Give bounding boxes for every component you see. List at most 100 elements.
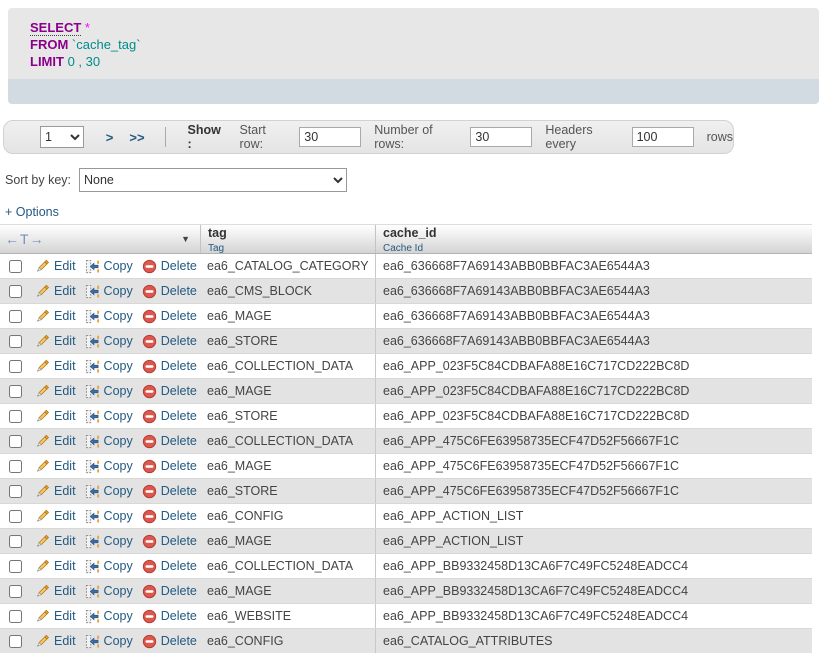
tag-cell: ea6_CONFIG xyxy=(200,634,375,648)
tag-column-sort-link[interactable]: tag xyxy=(208,227,375,240)
tag-cell: ea6_WEBSITE xyxy=(200,609,375,623)
row-checkbox[interactable] xyxy=(9,310,22,323)
delete-icon xyxy=(142,309,157,324)
copy-row-icon xyxy=(85,284,100,299)
edit-row-button[interactable]: Edit xyxy=(35,484,76,499)
row-checkbox[interactable] xyxy=(9,385,22,398)
edit-row-button[interactable]: Edit xyxy=(35,634,76,649)
row-actions-cell: Edit Copy Delete xyxy=(0,384,200,399)
headers-every-input[interactable] xyxy=(632,127,694,147)
copy-row-button[interactable]: Copy xyxy=(85,634,133,649)
row-checkbox[interactable] xyxy=(9,510,22,523)
copy-row-button[interactable]: Copy xyxy=(85,534,133,549)
delete-row-button[interactable]: Delete xyxy=(142,634,197,649)
edit-row-button[interactable]: Edit xyxy=(35,459,76,474)
next-page-button[interactable]: > xyxy=(106,130,114,145)
row-checkbox[interactable] xyxy=(9,360,22,373)
page-select[interactable]: 1 xyxy=(40,126,84,148)
tag-cell: ea6_STORE xyxy=(200,484,375,498)
sql-limit-values: 0 , 30 xyxy=(68,54,101,69)
row-checkbox[interactable] xyxy=(9,435,22,448)
delete-row-button[interactable]: Delete xyxy=(142,584,197,599)
edit-row-button[interactable]: Edit xyxy=(35,334,76,349)
delete-row-button[interactable]: Delete xyxy=(142,309,197,324)
delete-row-button[interactable]: Delete xyxy=(142,259,197,274)
options-toggle-link[interactable]: + Options xyxy=(5,205,59,219)
copy-label: Copy xyxy=(104,484,133,498)
row-checkbox[interactable] xyxy=(9,560,22,573)
edit-row-button[interactable]: Edit xyxy=(35,609,76,624)
delete-row-button[interactable]: Delete xyxy=(142,559,197,574)
last-page-button[interactable]: >> xyxy=(129,130,144,145)
number-of-rows-input[interactable] xyxy=(470,127,532,147)
edit-row-button[interactable]: Edit xyxy=(35,559,76,574)
copy-row-button[interactable]: Copy xyxy=(85,559,133,574)
edit-row-button[interactable]: Edit xyxy=(35,359,76,374)
copy-row-button[interactable]: Copy xyxy=(85,284,133,299)
move-letter: T xyxy=(20,231,30,247)
copy-row-button[interactable]: Copy xyxy=(85,334,133,349)
edit-row-button[interactable]: Edit xyxy=(35,259,76,274)
chevron-down-icon[interactable]: ▼ xyxy=(181,234,190,244)
pencil-icon xyxy=(35,634,50,649)
delete-label: Delete xyxy=(161,484,197,498)
delete-row-button[interactable]: Delete xyxy=(142,534,197,549)
delete-label: Delete xyxy=(161,634,197,648)
row-checkbox[interactable] xyxy=(9,260,22,273)
row-checkbox[interactable] xyxy=(9,635,22,648)
delete-row-button[interactable]: Delete xyxy=(142,384,197,399)
start-row-input[interactable] xyxy=(299,127,361,147)
copy-row-button[interactable]: Copy xyxy=(85,609,133,624)
delete-icon xyxy=(142,559,157,574)
cache-id-cell: ea6_APP_ACTION_LIST xyxy=(375,504,812,528)
cache-id-cell: ea6_APP_475C6FE63958735ECF47D52F56667F1C xyxy=(375,429,812,453)
copy-row-button[interactable]: Copy xyxy=(85,459,133,474)
row-checkbox[interactable] xyxy=(9,460,22,473)
delete-row-button[interactable]: Delete xyxy=(142,284,197,299)
cache-id-column-sort-link[interactable]: cache_id xyxy=(383,227,812,240)
row-checkbox[interactable] xyxy=(9,410,22,423)
edit-row-button[interactable]: Edit xyxy=(35,409,76,424)
row-checkbox[interactable] xyxy=(9,285,22,298)
copy-row-button[interactable]: Copy xyxy=(85,484,133,499)
delete-row-button[interactable]: Delete xyxy=(142,484,197,499)
copy-row-icon xyxy=(85,409,100,424)
copy-row-button[interactable]: Copy xyxy=(85,384,133,399)
row-checkbox[interactable] xyxy=(9,535,22,548)
delete-icon xyxy=(142,509,157,524)
row-checkbox[interactable] xyxy=(9,335,22,348)
copy-label: Copy xyxy=(104,584,133,598)
sql-keyword-select[interactable]: SELECT xyxy=(30,20,81,36)
column-move-control[interactable]: ←T→ xyxy=(5,231,45,247)
sql-code: SELECT * FROM `cache_tag` LIMIT 0 , 30 xyxy=(8,8,819,79)
row-checkbox[interactable] xyxy=(9,585,22,598)
arrow-left-icon[interactable]: ← xyxy=(5,231,20,247)
copy-label: Copy xyxy=(104,459,133,473)
copy-row-button[interactable]: Copy xyxy=(85,584,133,599)
row-checkbox[interactable] xyxy=(9,610,22,623)
edit-row-button[interactable]: Edit xyxy=(35,284,76,299)
cache-id-cell: ea6_636668F7A69143ABB0BBFAC3AE6544A3 xyxy=(375,304,812,328)
sort-by-key-select[interactable]: None xyxy=(79,168,347,192)
copy-row-button[interactable]: Copy xyxy=(85,259,133,274)
delete-row-button[interactable]: Delete xyxy=(142,409,197,424)
copy-row-button[interactable]: Copy xyxy=(85,509,133,524)
row-checkbox[interactable] xyxy=(9,485,22,498)
delete-row-button[interactable]: Delete xyxy=(142,609,197,624)
arrow-right-icon[interactable]: → xyxy=(30,231,45,247)
copy-row-button[interactable]: Copy xyxy=(85,309,133,324)
copy-row-button[interactable]: Copy xyxy=(85,359,133,374)
delete-row-button[interactable]: Delete xyxy=(142,509,197,524)
edit-row-button[interactable]: Edit xyxy=(35,384,76,399)
delete-row-button[interactable]: Delete xyxy=(142,434,197,449)
edit-row-button[interactable]: Edit xyxy=(35,434,76,449)
delete-row-button[interactable]: Delete xyxy=(142,359,197,374)
edit-row-button[interactable]: Edit xyxy=(35,584,76,599)
edit-row-button[interactable]: Edit xyxy=(35,534,76,549)
copy-row-button[interactable]: Copy xyxy=(85,409,133,424)
copy-row-button[interactable]: Copy xyxy=(85,434,133,449)
edit-row-button[interactable]: Edit xyxy=(35,309,76,324)
edit-row-button[interactable]: Edit xyxy=(35,509,76,524)
delete-row-button[interactable]: Delete xyxy=(142,334,197,349)
delete-row-button[interactable]: Delete xyxy=(142,459,197,474)
